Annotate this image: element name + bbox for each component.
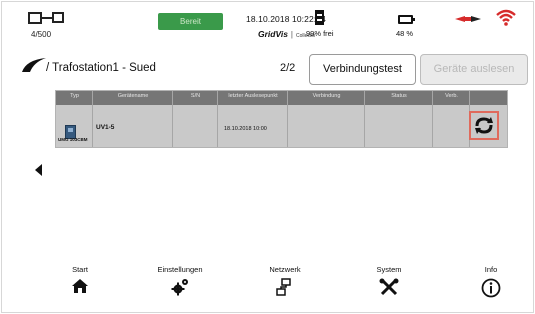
previous-page-icon[interactable] [35, 164, 42, 176]
connection-test-button[interactable]: Verbindungstest [309, 54, 416, 85]
status-badge: Bereit [158, 13, 223, 30]
column-header-sn: S/N [190, 93, 201, 99]
nav-settings[interactable]: Einstellungen [150, 265, 210, 296]
table-row[interactable]: UMG 103CBM UV1-5 18.10.2018 10:00 [56, 105, 507, 149]
battery-level: 48 % [396, 29, 414, 38]
column-header-status: Status [391, 93, 407, 99]
column-header-type: Typ [70, 93, 79, 99]
tools-icon [379, 278, 399, 296]
nav-network[interactable]: Netzwerk [260, 265, 310, 296]
column-header-verb: Verb. [445, 93, 458, 99]
home-icon [72, 279, 88, 293]
device-name: UV1-5 [96, 124, 115, 131]
nav-start[interactable]: Start [60, 265, 100, 294]
column-header-name: Gerätename [117, 93, 149, 99]
nav-info[interactable]: Info [476, 265, 506, 298]
device-count: 4/500 [31, 30, 52, 39]
page-counter: 2/2 [280, 62, 296, 74]
datetime: 18.10.2018 10:22:54 [246, 14, 326, 24]
brand-name: GridVis [258, 29, 288, 39]
memory-icon [315, 10, 324, 25]
network-status-icon [455, 16, 481, 22]
network-icon [276, 278, 291, 296]
nav-system[interactable]: System [364, 265, 414, 296]
column-header-connection: Verbindung [312, 93, 341, 99]
sync-icon [475, 117, 493, 134]
memory-free: 99% frei [306, 29, 334, 38]
info-icon [481, 278, 501, 298]
last-read-time: 18.10.2018 10:00 [224, 126, 267, 132]
page-title: / Trafostation1 - Sued [46, 62, 156, 74]
status-bar: 4/500 Bereit 18.10.2018 10:22:54 GridVis… [0, 0, 535, 46]
sync-button[interactable] [469, 111, 499, 140]
read-devices-button[interactable]: Geräte auslesen [420, 54, 528, 85]
column-header-last-read: letzter Auslesepunkt [228, 93, 278, 99]
gear-icon [171, 279, 188, 296]
device-type: UMG 103CBM [58, 137, 88, 142]
devices-icon [28, 12, 70, 26]
wifi-icon [496, 9, 516, 26]
back-arrow-icon[interactable] [20, 56, 48, 76]
battery-icon [398, 15, 415, 24]
device-table: Typ Gerätename S/N letzter Auslesepunkt … [55, 90, 508, 148]
